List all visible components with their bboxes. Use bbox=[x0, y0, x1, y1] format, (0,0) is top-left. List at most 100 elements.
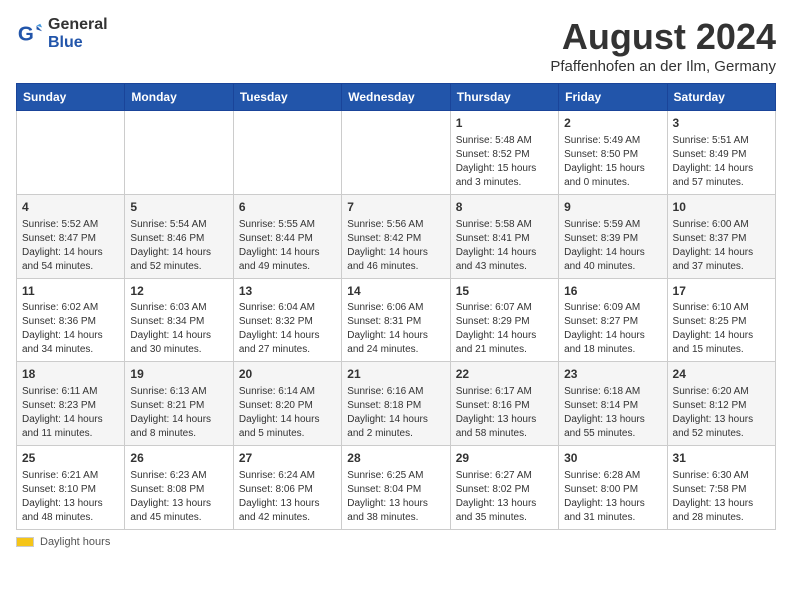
day-header-saturday: Saturday bbox=[667, 84, 775, 111]
calendar-cell: 5Sunrise: 5:54 AM Sunset: 8:46 PM Daylig… bbox=[125, 194, 233, 278]
calendar-cell: 28Sunrise: 6:25 AM Sunset: 8:04 PM Dayli… bbox=[342, 446, 450, 530]
day-content: Sunrise: 5:59 AM Sunset: 8:39 PM Dayligh… bbox=[564, 218, 661, 274]
day-number: 4 bbox=[22, 199, 119, 216]
day-header-friday: Friday bbox=[559, 84, 667, 111]
calendar-body: 1 Sunrise: 5:48 AM Sunset: 8:52 PM Daylig… bbox=[17, 111, 776, 530]
logo: G General Blue bbox=[16, 16, 108, 52]
day-content: Sunrise: 6:00 AM Sunset: 8:37 PM Dayligh… bbox=[673, 218, 770, 274]
day-content: Sunrise: 6:18 AM Sunset: 8:14 PM Dayligh… bbox=[564, 385, 661, 441]
calendar-cell: 30 Sunrise: 6:28 AM Sunset: 8:00 PM Dayli… bbox=[559, 446, 667, 530]
day-content: Sunrise: 6:14 AM Sunset: 8:20 PM Dayligh… bbox=[239, 385, 336, 441]
day-content: Sunrise: 6:17 AM Sunset: 8:16 PM Dayligh… bbox=[456, 385, 553, 441]
title-block: August 2024 Pfaffenhofen an der Ilm, Ger… bbox=[550, 16, 776, 75]
day-content: Sunrise: 5:49 AM Sunset: 8:50 PM Dayligh… bbox=[564, 134, 661, 190]
day-content: Sunrise: 6:16 AM Sunset: 8:18 PM Dayligh… bbox=[347, 385, 444, 441]
calendar-table: SundayMondayTuesdayWednesdayThursdayFrid… bbox=[16, 83, 776, 530]
calendar-week-row: 25 Sunrise: 6:21 AM Sunset: 8:10 PM Dayli… bbox=[17, 446, 776, 530]
day-number: 6 bbox=[239, 199, 336, 216]
day-content: Sunrise: 6:20 AM Sunset: 8:12 PM Dayligh… bbox=[673, 385, 770, 441]
day-number: 25 bbox=[22, 450, 119, 467]
day-number: 13 bbox=[239, 283, 336, 300]
day-number: 15 bbox=[456, 283, 553, 300]
calendar-cell: 21 Sunrise: 6:16 AM Sunset: 8:18 PM Dayli… bbox=[342, 362, 450, 446]
daylight-bar-icon bbox=[16, 537, 34, 547]
calendar-cell: 16Sunrise: 6:09 AM Sunset: 8:27 PM Dayli… bbox=[559, 278, 667, 362]
day-number: 22 bbox=[456, 366, 553, 383]
calendar-cell: 9 Sunrise: 5:59 AM Sunset: 8:39 PM Daylig… bbox=[559, 194, 667, 278]
calendar-cell bbox=[17, 111, 125, 195]
day-content: Sunrise: 6:27 AM Sunset: 8:02 PM Dayligh… bbox=[456, 469, 553, 525]
day-number: 10 bbox=[673, 199, 770, 216]
day-number: 11 bbox=[22, 283, 119, 300]
day-number: 5 bbox=[130, 199, 227, 216]
day-content: Sunrise: 5:52 AM Sunset: 8:47 PM Dayligh… bbox=[22, 218, 119, 274]
day-number: 18 bbox=[22, 366, 119, 383]
calendar-cell bbox=[233, 111, 341, 195]
calendar-cell: 3Sunrise: 5:51 AM Sunset: 8:49 PM Daylig… bbox=[667, 111, 775, 195]
day-content: Sunrise: 6:28 AM Sunset: 8:00 PM Dayligh… bbox=[564, 469, 661, 525]
day-content: Sunrise: 5:51 AM Sunset: 8:49 PM Dayligh… bbox=[673, 134, 770, 190]
day-number: 21 bbox=[347, 366, 444, 383]
logo-icon: G bbox=[16, 20, 44, 48]
calendar-week-row: 18 Sunrise: 6:11 AM Sunset: 8:23 PM Dayli… bbox=[17, 362, 776, 446]
location-subtitle: Pfaffenhofen an der Ilm, Germany bbox=[550, 58, 776, 75]
day-header-tuesday: Tuesday bbox=[233, 84, 341, 111]
calendar-cell: 2 Sunrise: 5:49 AM Sunset: 8:50 PM Daylig… bbox=[559, 111, 667, 195]
day-number: 20 bbox=[239, 366, 336, 383]
calendar-cell: 22 Sunrise: 6:17 AM Sunset: 8:16 PM Dayli… bbox=[450, 362, 558, 446]
calendar-cell: 31 Sunrise: 6:30 AM Sunset: 7:58 PM Dayli… bbox=[667, 446, 775, 530]
calendar-week-row: 1 Sunrise: 5:48 AM Sunset: 8:52 PM Daylig… bbox=[17, 111, 776, 195]
calendar-cell: 11Sunrise: 6:02 AM Sunset: 8:36 PM Dayli… bbox=[17, 278, 125, 362]
day-number: 14 bbox=[347, 283, 444, 300]
day-content: Sunrise: 5:48 AM Sunset: 8:52 PM Dayligh… bbox=[456, 134, 553, 190]
calendar-cell: 12Sunrise: 6:03 AM Sunset: 8:34 PM Dayli… bbox=[125, 278, 233, 362]
day-content: Sunrise: 6:03 AM Sunset: 8:34 PM Dayligh… bbox=[130, 301, 227, 357]
day-number: 26 bbox=[130, 450, 227, 467]
day-content: Sunrise: 6:09 AM Sunset: 8:27 PM Dayligh… bbox=[564, 301, 661, 357]
page-header: G General Blue August 2024 Pfaffenhofen … bbox=[16, 16, 776, 75]
calendar-cell bbox=[342, 111, 450, 195]
day-content: Sunrise: 6:11 AM Sunset: 8:23 PM Dayligh… bbox=[22, 385, 119, 441]
day-number: 2 bbox=[564, 115, 661, 132]
calendar-cell: 6 Sunrise: 5:55 AM Sunset: 8:44 PM Daylig… bbox=[233, 194, 341, 278]
day-number: 31 bbox=[673, 450, 770, 467]
day-number: 9 bbox=[564, 199, 661, 216]
day-number: 29 bbox=[456, 450, 553, 467]
calendar-header-row: SundayMondayTuesdayWednesdayThursdayFrid… bbox=[17, 84, 776, 111]
day-number: 24 bbox=[673, 366, 770, 383]
day-content: Sunrise: 6:04 AM Sunset: 8:32 PM Dayligh… bbox=[239, 301, 336, 357]
day-content: Sunrise: 6:13 AM Sunset: 8:21 PM Dayligh… bbox=[130, 385, 227, 441]
day-content: Sunrise: 5:56 AM Sunset: 8:42 PM Dayligh… bbox=[347, 218, 444, 274]
calendar-cell: 29 Sunrise: 6:27 AM Sunset: 8:02 PM Dayli… bbox=[450, 446, 558, 530]
day-number: 1 bbox=[456, 115, 553, 132]
calendar-cell: 24 Sunrise: 6:20 AM Sunset: 8:12 PM Dayli… bbox=[667, 362, 775, 446]
day-number: 8 bbox=[456, 199, 553, 216]
calendar-cell: 4 Sunrise: 5:52 AM Sunset: 8:47 PM Daylig… bbox=[17, 194, 125, 278]
calendar-cell: 13Sunrise: 6:04 AM Sunset: 8:32 PM Dayli… bbox=[233, 278, 341, 362]
day-number: 30 bbox=[564, 450, 661, 467]
calendar-cell: 27Sunrise: 6:24 AM Sunset: 8:06 PM Dayli… bbox=[233, 446, 341, 530]
calendar-cell: 10 Sunrise: 6:00 AM Sunset: 8:37 PM Dayli… bbox=[667, 194, 775, 278]
day-content: Sunrise: 6:30 AM Sunset: 7:58 PM Dayligh… bbox=[673, 469, 770, 525]
day-content: Sunrise: 6:24 AM Sunset: 8:06 PM Dayligh… bbox=[239, 469, 336, 525]
day-number: 19 bbox=[130, 366, 227, 383]
day-content: Sunrise: 5:58 AM Sunset: 8:41 PM Dayligh… bbox=[456, 218, 553, 274]
calendar-cell: 23Sunrise: 6:18 AM Sunset: 8:14 PM Dayli… bbox=[559, 362, 667, 446]
day-content: Sunrise: 5:55 AM Sunset: 8:44 PM Dayligh… bbox=[239, 218, 336, 274]
logo-blue: Blue bbox=[48, 34, 83, 51]
day-header-monday: Monday bbox=[125, 84, 233, 111]
day-number: 12 bbox=[130, 283, 227, 300]
day-number: 7 bbox=[347, 199, 444, 216]
day-header-sunday: Sunday bbox=[17, 84, 125, 111]
day-content: Sunrise: 6:02 AM Sunset: 8:36 PM Dayligh… bbox=[22, 301, 119, 357]
calendar-cell: 26Sunrise: 6:23 AM Sunset: 8:08 PM Dayli… bbox=[125, 446, 233, 530]
calendar-cell: 7 Sunrise: 5:56 AM Sunset: 8:42 PM Daylig… bbox=[342, 194, 450, 278]
day-content: Sunrise: 6:06 AM Sunset: 8:31 PM Dayligh… bbox=[347, 301, 444, 357]
day-header-thursday: Thursday bbox=[450, 84, 558, 111]
calendar-week-row: 11Sunrise: 6:02 AM Sunset: 8:36 PM Dayli… bbox=[17, 278, 776, 362]
calendar-cell bbox=[125, 111, 233, 195]
calendar-cell: 18 Sunrise: 6:11 AM Sunset: 8:23 PM Dayli… bbox=[17, 362, 125, 446]
day-content: Sunrise: 6:21 AM Sunset: 8:10 PM Dayligh… bbox=[22, 469, 119, 525]
day-content: Sunrise: 6:25 AM Sunset: 8:04 PM Dayligh… bbox=[347, 469, 444, 525]
calendar-cell: 17Sunrise: 6:10 AM Sunset: 8:25 PM Dayli… bbox=[667, 278, 775, 362]
